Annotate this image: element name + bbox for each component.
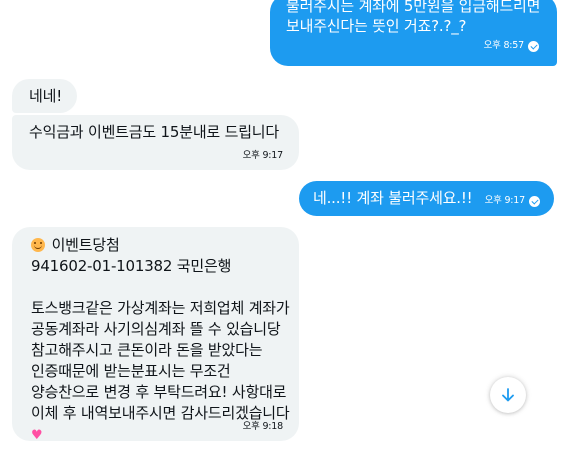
pink-heart-icon: ♥ [31,428,43,443]
message-meta: 오후 8:57 [484,40,539,52]
message-line: 이벤트당첨 [51,236,120,254]
message-meta: 오후 9:18 [242,421,284,433]
message-time: 오후 8:57 [483,40,525,51]
message-text: 이벤트당첨 941602-01-101382 국민은행 토스뱅크같은 가상계좌는… [31,235,299,446]
message-outgoing[interactable]: 불러주시는 계좌에 5만원을 입금해드리면 보내주신다는 뜻인 거죠?.?_? … [270,0,557,66]
account-number: 941602-01-101382 국민은행 [31,257,232,275]
message-text: 네...!! 계좌 불러주세요.!! [313,189,473,207]
chat-conversation: 불러주시는 계좌에 5만원을 입금해드리면 보내주신다는 뜻인 거죠?.?_? … [0,0,572,451]
message-meta: 오후 9:17 [485,195,540,207]
message-time: 오후 9:18 [242,421,284,432]
message-time: 오후 9:17 [484,195,526,206]
message-time: 오후 9:17 [242,150,284,161]
smiling-face-icon [31,238,45,252]
message-text: 불러주시는 계좌에 5만원을 입금해드리면 보내주신다는 뜻인 거죠?.?_? [286,0,545,35]
message-incoming[interactable]: 수익금과 이벤트금도 15분내로 드립니다 오후 9:17 [12,115,299,170]
message-incoming[interactable]: 네네! [12,79,77,113]
read-check-icon [528,40,539,52]
message-text: 네네! [29,87,63,105]
message-outgoing[interactable]: 네...!! 계좌 불러주세요.!! 오후 9:17 [299,181,554,216]
message-meta: 오후 9:17 [242,150,284,162]
read-check-icon [529,195,540,207]
message-body: 토스뱅크같은 가상계좌는 저희업체 계좌가 공동계좌라 사기의심계좌 뜰 수 있… [31,299,295,422]
message-text: 수익금과 이벤트금도 15분내로 드립니다 [29,123,279,141]
message-incoming[interactable]: 이벤트당첨 941602-01-101382 국민은행 토스뱅크같은 가상계좌는… [12,227,299,443]
arrow-down-icon [502,388,514,402]
scroll-to-bottom-button[interactable] [490,377,526,413]
